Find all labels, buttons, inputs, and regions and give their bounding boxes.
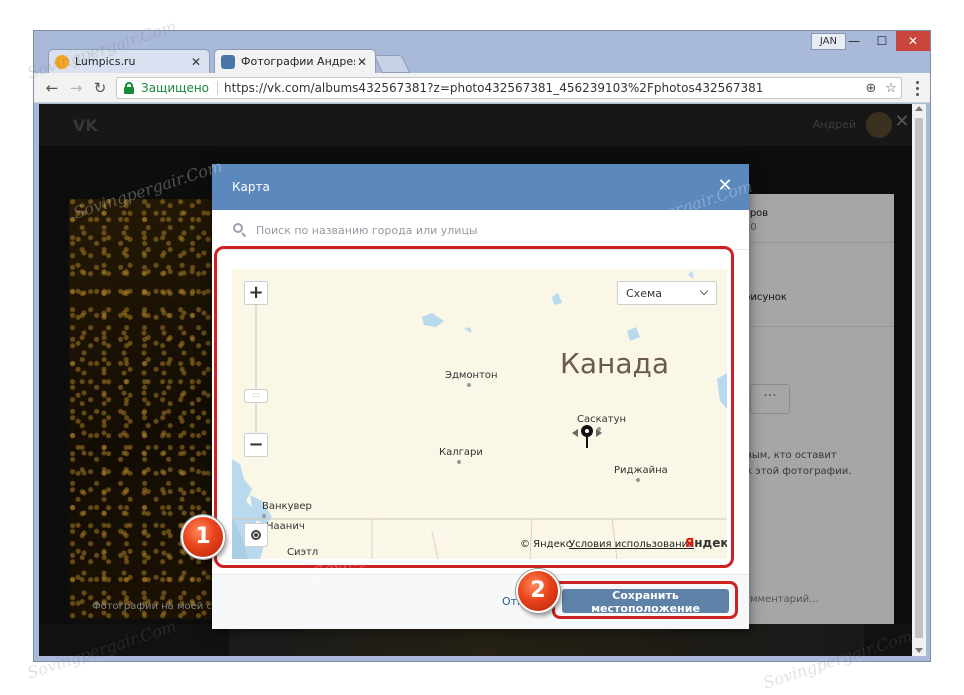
geolocation-button[interactable] (244, 523, 268, 547)
lumpics-favicon-icon (55, 54, 69, 69)
zoom-track[interactable] (255, 305, 257, 433)
lock-icon (123, 82, 135, 94)
scroll-down-icon[interactable] (915, 648, 923, 653)
map-type-value: Схема (626, 287, 662, 300)
tab-label: Фотографии Андрея Пе (241, 55, 355, 68)
scroll-thumb[interactable] (915, 118, 923, 638)
modal-header: Карта ✕ (212, 164, 749, 210)
search-input[interactable] (256, 220, 726, 240)
city-dot (262, 514, 266, 518)
location-target-icon[interactable]: ⊕ (861, 81, 881, 96)
search-icon (233, 223, 247, 238)
city-label-vancouver: Ванкувер (262, 501, 312, 512)
new-tab-button[interactable] (373, 55, 411, 73)
location-pin-icon[interactable] (572, 425, 602, 451)
map-type-select[interactable]: Схема (617, 281, 717, 305)
map-copyright: © Яндекс (520, 539, 572, 550)
window-close-icon[interactable]: ✕ (896, 31, 930, 51)
search-row (212, 210, 749, 250)
city-label-saskatoon: Саскатун (577, 414, 627, 425)
terms-link[interactable]: Условия использования (569, 539, 694, 550)
callout-badge-1: 1 (181, 515, 225, 559)
city-dot (457, 460, 461, 464)
zoom-in-button[interactable]: + (244, 281, 268, 305)
tab-lumpics[interactable]: Lumpics.ru ✕ (48, 49, 210, 73)
omnibox-divider (217, 81, 219, 95)
star-icon[interactable]: ☆ (881, 81, 901, 96)
close-icon[interactable]: ✕ (715, 176, 735, 196)
browser-window: Lumpics.ru ✕ Фотографии Андрея Пе ✕ JAN … (33, 30, 931, 662)
country-label: Канада (560, 347, 670, 380)
map-geography (232, 271, 727, 559)
chevron-down-icon (699, 286, 709, 296)
city-label-nanaimo: Наанич (266, 521, 305, 532)
secure-label: Защищено (141, 81, 210, 95)
browser-toolbar: ← → ↻ Защищено https://vk.com/albums4325… (34, 73, 930, 103)
city-dot (467, 383, 471, 387)
back-arrow-icon[interactable]: ← (42, 78, 62, 98)
modal-title: Карта (232, 180, 270, 194)
browser-titlebar: Lumpics.ru ✕ Фотографии Андрея Пе ✕ JAN … (34, 31, 930, 73)
map-modal: Карта ✕ Поиск по названию города или ули… (212, 164, 749, 629)
city-label-calgary: Калгари (439, 447, 483, 458)
zoom-slider-handle[interactable]: ::: (244, 389, 268, 403)
menu-dots-icon[interactable] (910, 78, 924, 98)
map-area[interactable]: Канада Эдмонтон Саскатун Калгари Риджайн… (232, 269, 727, 559)
minimize-icon[interactable]: — (840, 31, 868, 51)
callout-badge-2: 2 (516, 569, 560, 613)
reload-icon[interactable]: ↻ (90, 78, 110, 98)
zoom-control: + ::: − (244, 281, 268, 457)
city-label-regina: Риджайна (614, 465, 668, 476)
zoom-out-button[interactable]: − (244, 433, 268, 457)
tab-vk-photos[interactable]: Фотографии Андрея Пе ✕ (214, 49, 376, 73)
city-label-seattle: Сиэтл (287, 547, 319, 558)
yandex-logo: Яндекс (685, 536, 727, 550)
tab-label: Lumpics.ru (75, 55, 136, 68)
page-viewport: VK Андрей ✕ Фотографии на моей с тров 20… (39, 104, 912, 656)
page-scrollbar[interactable] (912, 104, 926, 656)
close-icon[interactable]: ✕ (189, 55, 203, 69)
address-bar[interactable]: Защищено https://vk.com/albums432567381?… (116, 77, 902, 99)
modal-footer: Отмена Сохранить местоположение (212, 574, 749, 629)
city-label-edmonton: Эдмонтон (445, 370, 498, 381)
scroll-up-icon[interactable] (915, 106, 923, 111)
maximize-icon[interactable]: ☐ (868, 31, 896, 51)
close-icon[interactable]: ✕ (355, 55, 369, 69)
screenshot-stage: Lumpics.ru ✕ Фотографии Андрея Пе ✕ JAN … (0, 0, 964, 695)
forward-arrow-icon[interactable]: → (66, 78, 86, 98)
city-dot (636, 478, 640, 482)
save-location-button[interactable]: Сохранить местоположение (562, 589, 729, 615)
vk-logo-icon (221, 54, 235, 69)
url-text[interactable]: https://vk.com/albums432567381?z=photo43… (224, 81, 861, 95)
